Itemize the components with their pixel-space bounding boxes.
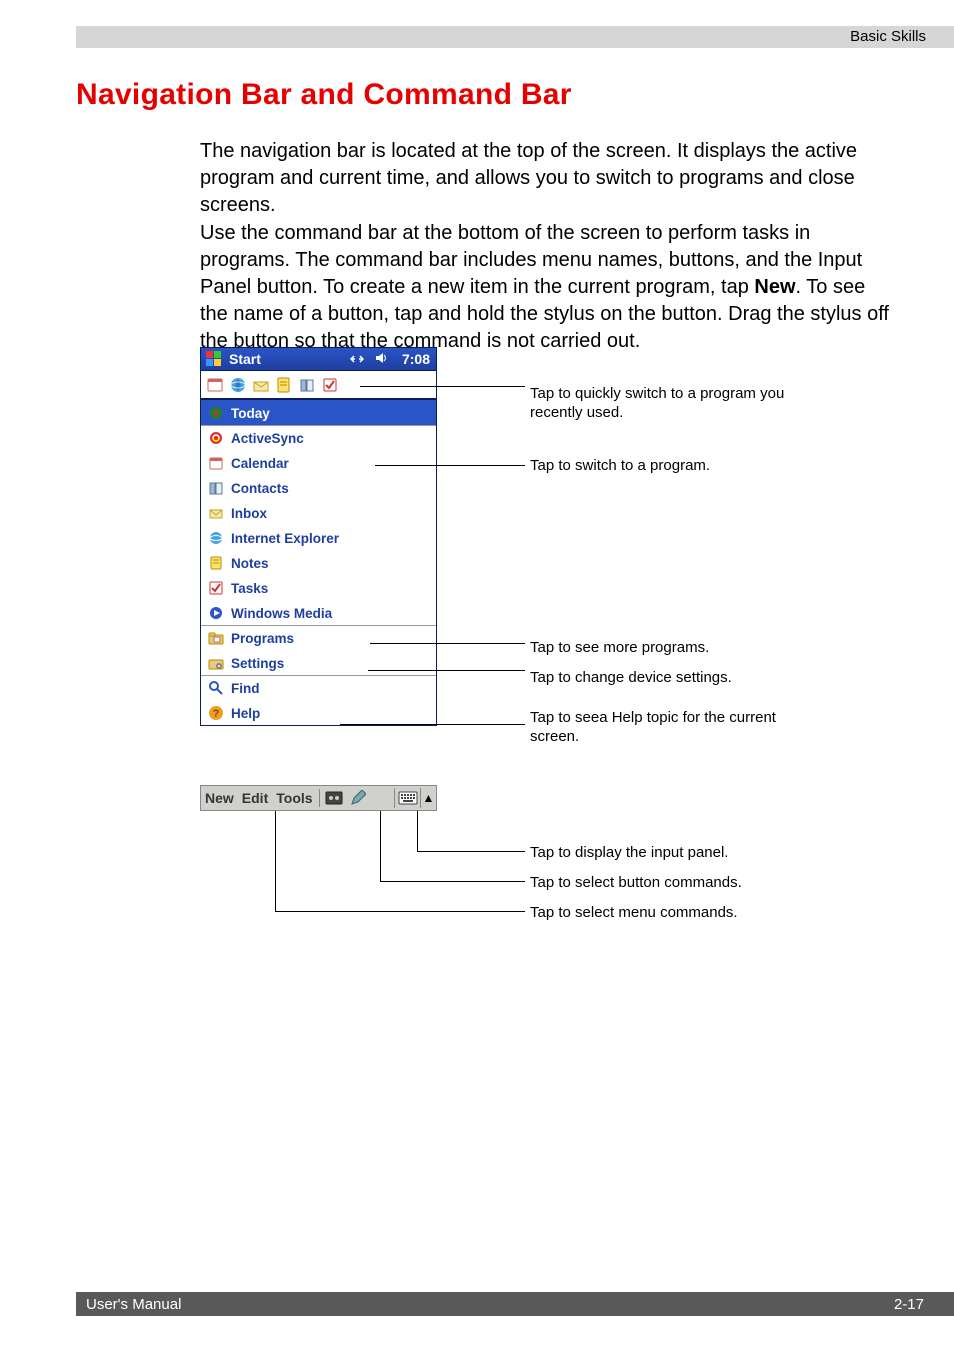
activesync-icon [207,429,225,447]
recent-icon-6[interactable] [320,375,340,395]
menu-label: ActiveSync [231,431,304,446]
leader-line [380,811,381,881]
recent-icon-1[interactable] [205,375,225,395]
leader-line [380,881,525,882]
figure-area: Start 7:08 Today Ac [200,347,880,917]
menu-label: Windows Media [231,606,332,621]
today-icon [207,404,225,422]
menu-label: Inbox [231,506,267,521]
menu-label: Settings [231,656,284,671]
footer-right: 2-17 [894,1296,924,1313]
menu-label: Programs [231,631,294,646]
cmd-edit[interactable]: Edit [238,790,272,806]
notes-icon [207,554,225,572]
calendar-icon [207,454,225,472]
cassette-icon[interactable] [324,788,344,808]
speaker-icon[interactable] [374,351,388,368]
contacts-icon [207,479,225,497]
leader-line [275,811,276,911]
leader-line [417,851,525,852]
connectivity-icon[interactable] [350,352,364,369]
menu-label-today: Today [231,406,270,421]
windows-flag-icon [205,350,223,368]
leader-line [235,811,315,812]
menu-label: Tasks [231,581,268,596]
callout-recent: Tap to quickly switch to a program you r… [530,385,790,423]
paragraph-2: Use the command bar at the bottom of the… [200,220,894,355]
menu-item-inbox[interactable]: Inbox [201,500,436,525]
cmd-separator [319,789,320,807]
menu-label: Find [231,681,260,696]
leader-line [370,643,525,644]
start-menu: Today ActiveSync Calendar Contacts Inbox… [200,399,437,726]
menu-item-contacts[interactable]: Contacts [201,475,436,500]
menu-item-find[interactable]: Find [201,675,436,700]
page-title: Navigation Bar and Command Bar [76,78,572,112]
callout-input-panel: Tap to display the input panel. [530,844,728,861]
command-bar: New Edit Tools ▲ [200,785,437,811]
menu-item-windows-media[interactable]: Windows Media [201,600,436,625]
start-titlebar[interactable]: Start 7:08 [200,347,437,371]
recent-programs-row [200,371,437,399]
menu-item-today[interactable]: Today [201,400,436,425]
recent-icon-4[interactable] [274,375,294,395]
paragraph-1: The navigation bar is located at the top… [200,138,894,219]
footer-band: User's Manual 2-17 [76,1292,954,1316]
inbox-icon [207,504,225,522]
menu-item-programs[interactable]: Programs [201,625,436,650]
leader-line [275,911,525,912]
menu-item-notes[interactable]: Notes [201,550,436,575]
menu-item-calendar[interactable]: Calendar [201,450,436,475]
callout-button-commands: Tap to select button commands. [530,874,742,891]
menu-item-help[interactable]: ? Help [201,700,436,725]
recent-icon-3[interactable] [251,375,271,395]
callout-settings: Tap to change device settings. [530,669,810,688]
recent-icon-2[interactable] [228,375,248,395]
callout-menu-commands: Tap to select menu commands. [530,904,738,921]
menu-item-settings[interactable]: Settings [201,650,436,675]
keyboard-icon[interactable] [394,788,420,808]
internet-explorer-icon [207,529,225,547]
menu-label: Help [231,706,260,721]
callout-help: Tap to seea Help topic for the current s… [530,709,790,747]
menu-item-ie[interactable]: Internet Explorer [201,525,436,550]
start-label: Start [229,351,261,367]
clock-time[interactable]: 7:08 [402,351,430,367]
header-section: Basic Skills [850,28,926,45]
callout-switch: Tap to switch to a program. [530,457,730,476]
menu-label: Notes [231,556,269,571]
settings-icon [207,654,225,672]
tasks-icon [207,579,225,597]
header-band [76,26,954,48]
recent-icon-5[interactable] [297,375,317,395]
leader-line [340,724,525,725]
input-panel-arrow-icon[interactable]: ▲ [420,788,436,808]
leader-line [375,465,525,466]
help-icon: ? [207,704,225,722]
callout-more: Tap to see more programs. [530,639,790,658]
cmd-new[interactable]: New [201,790,238,806]
menu-label: Contacts [231,481,289,496]
leader-line [417,811,418,851]
find-icon [207,679,225,697]
menu-label: Calendar [231,456,289,471]
windows-media-icon [207,604,225,622]
svg-text:?: ? [213,708,220,720]
menu-item-activesync[interactable]: ActiveSync [201,425,436,450]
pen-icon[interactable] [348,788,368,808]
footer-left: User's Manual [86,1296,181,1313]
menu-item-tasks[interactable]: Tasks [201,575,436,600]
programs-icon [207,629,225,647]
leader-line [368,670,525,671]
menu-label: Internet Explorer [231,531,339,546]
cmd-tools[interactable]: Tools [272,790,316,806]
paragraph-2-bold: New [754,276,795,298]
leader-line [360,386,525,387]
